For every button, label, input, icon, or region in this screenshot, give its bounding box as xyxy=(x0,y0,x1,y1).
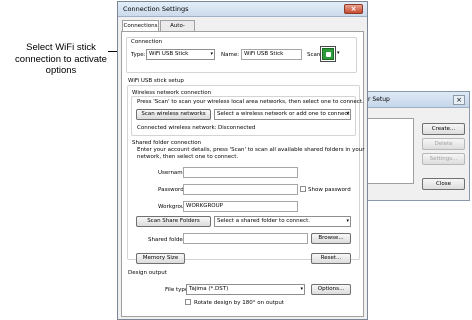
shared-instructions-line2: network, then select one to connect. xyxy=(137,154,239,160)
background-close-button[interactable]: Close xyxy=(422,178,465,190)
dialog-titlebar: Connection Settings × xyxy=(118,2,367,17)
name-field[interactable]: WiFi USB Stick xyxy=(241,49,302,60)
connection-settings-dialog: Connection Settings × Connections Auto-n… xyxy=(117,1,368,320)
memory-size-button[interactable]: Memory Size xyxy=(136,253,185,264)
background-dialog-titlebar: r Setup × xyxy=(361,92,469,108)
show-password-checkbox[interactable] xyxy=(300,186,306,192)
shared-folder-select[interactable]: Select a shared folder to connect. ▾ xyxy=(214,216,351,227)
wireless-network-select-value: Select a wireless network or add one to … xyxy=(217,111,350,117)
wireless-instructions: Press 'Scan' to scan your wireless local… xyxy=(137,99,364,105)
annotation-callout: Select WiFi stick connection to activate… xyxy=(15,42,107,76)
wireless-network-select[interactable]: Select a wireless network or add one to … xyxy=(214,109,351,120)
scan-chevron-down-icon[interactable]: ▾ xyxy=(337,50,340,56)
name-label: Name: xyxy=(221,52,240,58)
chevron-down-icon: ▾ xyxy=(300,286,303,292)
scan-device-icon[interactable] xyxy=(320,46,336,62)
shared-folder-label: Shared folder: xyxy=(148,237,187,243)
rotate-design-label: Rotate design by 180° on output xyxy=(194,300,284,306)
background-dialog-title: r Setup xyxy=(368,96,390,103)
dialog-title: Connection Settings xyxy=(123,5,189,13)
type-label: Type: xyxy=(131,52,146,58)
chevron-down-icon: ▾ xyxy=(346,111,349,117)
rotate-design-checkbox[interactable] xyxy=(185,299,191,305)
shared-folder-field[interactable] xyxy=(183,233,308,244)
show-password-label: Show password xyxy=(308,187,351,193)
shared-folder-select-value: Select a shared folder to connect. xyxy=(217,218,310,224)
scan-share-folders-button[interactable]: Scan Share Folders xyxy=(136,216,211,227)
close-icon[interactable]: × xyxy=(344,4,363,14)
workgroup-field[interactable]: WORKGROUP xyxy=(183,201,298,212)
shared-instructions-line1: Enter your account details, press 'Scan'… xyxy=(137,147,365,153)
background-close-icon[interactable]: × xyxy=(453,95,465,105)
tab-auto-names[interactable]: Auto-names xyxy=(160,20,195,39)
username-field[interactable] xyxy=(183,167,298,178)
background-dialog-list[interactable] xyxy=(363,118,414,184)
file-type-select[interactable]: Tajima (*.DST) ▾ xyxy=(186,284,305,295)
shared-folder-title: Shared folder connection xyxy=(132,140,202,146)
chevron-down-icon: ▾ xyxy=(346,218,349,224)
chevron-down-icon: ▾ xyxy=(210,51,213,57)
connection-group-title: Connection xyxy=(131,39,163,45)
connected-network-value: Disconnected xyxy=(218,125,256,131)
wifi-setup-title: WiFi USB stick setup xyxy=(128,78,184,84)
settings-button: Settings... xyxy=(422,153,465,165)
scan-wireless-networks-button[interactable]: Scan wireless networks xyxy=(136,109,211,120)
password-label: Password: xyxy=(158,187,186,193)
background-setup-dialog: r Setup × Create... Delete Settings... C… xyxy=(360,91,470,201)
delete-button: Delete xyxy=(422,138,465,150)
design-output-title: Design output xyxy=(128,270,167,276)
password-field[interactable] xyxy=(183,184,298,195)
type-select[interactable]: WiFi USB Stick ▾ xyxy=(146,49,215,60)
reset-button[interactable]: Reset... xyxy=(311,253,351,264)
type-select-value: WiFi USB Stick xyxy=(149,51,189,57)
options-button[interactable]: Options... xyxy=(311,284,351,295)
connected-network-label: Connected wireless network: xyxy=(137,125,217,131)
create-button[interactable]: Create... xyxy=(422,123,465,135)
browse-button[interactable]: Browse... xyxy=(311,233,351,244)
file-type-select-value: Tajima (*.DST) xyxy=(189,286,229,292)
